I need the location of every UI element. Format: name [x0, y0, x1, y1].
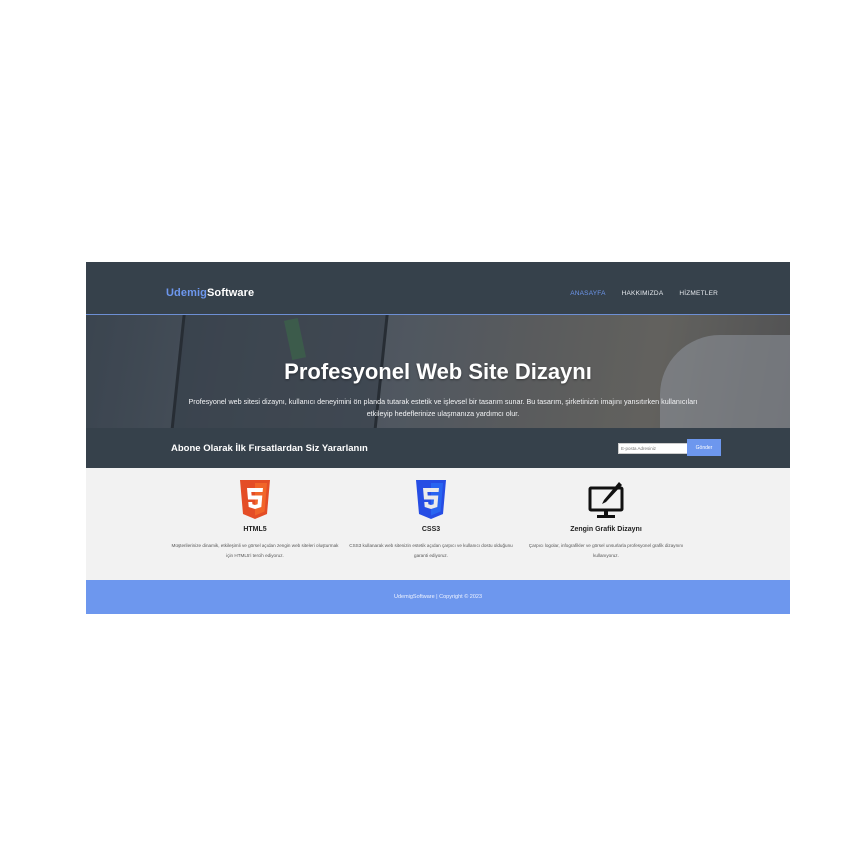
brand-logo[interactable]: UdemigSoftware	[166, 287, 254, 299]
footer: UdemigSoftware | Copyright © 2023	[86, 580, 790, 614]
nav-item-hizmetler[interactable]: HİZMETLER	[679, 290, 718, 297]
feature-title-graphic: Zengin Grafik Dizaynı	[570, 526, 642, 533]
feature-text-html5: Müşterilerinize dinamik, etkileşimli ve …	[171, 543, 339, 558]
brand-part-2: Software	[206, 287, 255, 299]
feature-card-html5: HTML5 Müşterilerinize dinamik, etkileşim…	[170, 480, 340, 561]
feature-text-css3: CSS3 kullanarak web sitenizin estetik aç…	[349, 543, 513, 558]
hero-section: Profesyonel Web Site Dizaynı Profesyonel…	[86, 315, 790, 428]
subscribe-section: Abone Olarak İlk Fırsatlardan Siz Yararl…	[86, 428, 790, 468]
nav-menu: ANASAYFA HAKKIMIZDA HİZMETLER	[570, 290, 718, 297]
graphic-tablet-icon	[588, 480, 624, 520]
feature-card-graphic: Zengin Grafik Dizaynı Çarpıcı logolar, i…	[521, 480, 691, 561]
features-section: HTML5 Müşterilerinize dinamik, etkileşim…	[86, 468, 790, 580]
nav-item-hakkimizda[interactable]: HAKKIMIZDA	[622, 290, 664, 297]
hero-text: Profesyonel web sitesi dizaynı, kullanıc…	[188, 397, 698, 418]
feature-text-graphic: Çarpıcı logolar, infografikler ve görsel…	[528, 543, 684, 558]
nav-item-anasayfa[interactable]: ANASAYFA	[570, 290, 605, 297]
css3-icon	[413, 480, 449, 520]
website-page: UdemigSoftware ANASAYFA HAKKIMIZDA HİZME…	[86, 262, 790, 614]
brand-part-1: Udemig	[166, 287, 207, 299]
email-input[interactable]	[618, 443, 690, 454]
hero-title: Profesyonel Web Site Dizaynı	[284, 359, 592, 384]
subscribe-title: Abone Olarak İlk Fırsatlardan Siz Yararl…	[171, 443, 368, 454]
navbar: UdemigSoftware ANASAYFA HAKKIMIZDA HİZME…	[86, 262, 790, 315]
feature-title-css3: CSS3	[421, 526, 441, 533]
html5-icon	[237, 480, 273, 520]
feature-card-css3: CSS3 CSS3 kullanarak web sitenizin estet…	[346, 480, 516, 561]
footer-text: UdemigSoftware | Copyright © 2023	[393, 594, 483, 600]
feature-title-html5: HTML5	[243, 526, 267, 533]
subscribe-button[interactable]: Gönder	[687, 439, 721, 456]
